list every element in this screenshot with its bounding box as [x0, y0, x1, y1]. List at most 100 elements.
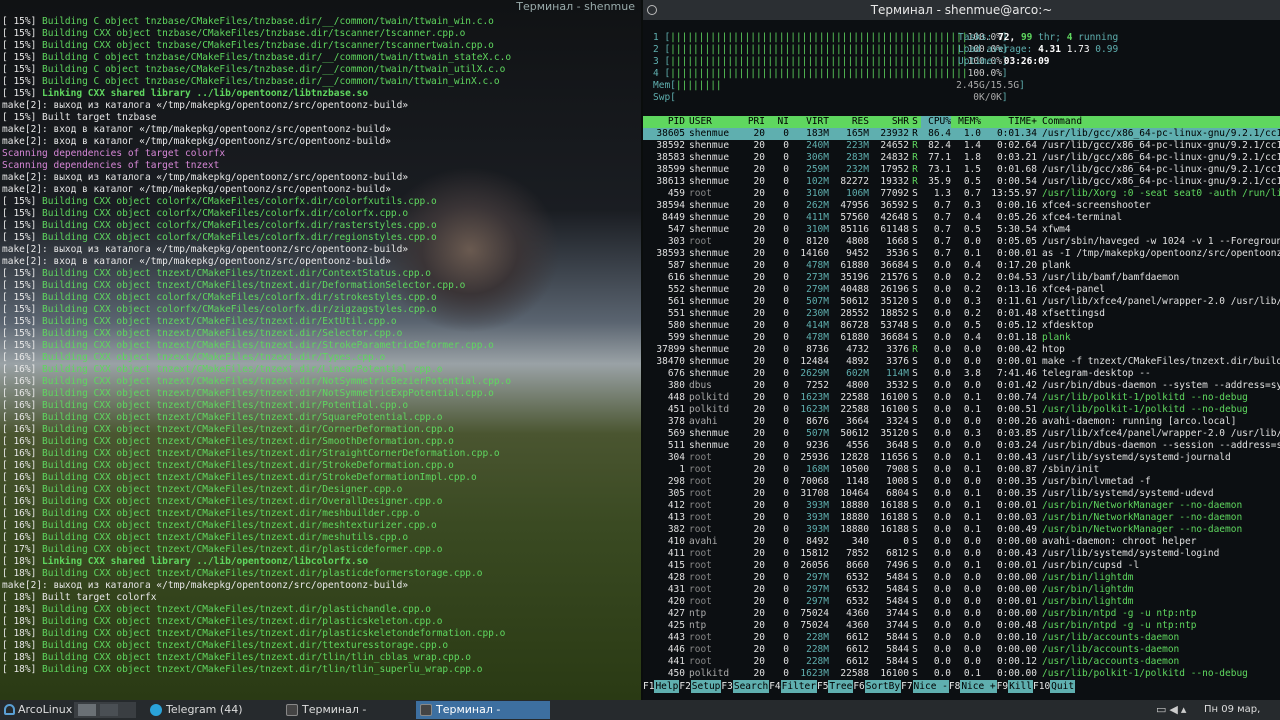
process-row[interactable]: 561 shenmue 20 0 507M 50612 35120 S 0.0 0.3 0:11.6… [643, 296, 1280, 308]
task-terminal-2[interactable]: Терминал - shenmue@... [416, 701, 550, 719]
fkey-f7[interactable]: F7Nice - [901, 680, 949, 693]
process-row[interactable]: 382 root 20 0 393M 18880 16188 S 0.0 0.1 0:00.49/u… [643, 524, 1280, 536]
column-header-ni[interactable]: NI [765, 116, 789, 128]
process-row[interactable]: 378 avahi 20 0 8676 3664 3324 S 0.0 0.0 0:00.26 ava… [643, 416, 1280, 428]
process-row[interactable]: 431 root 20 0 297M 6532 5484 S 0.0 0.0 0:00.00/usr… [643, 584, 1280, 596]
process-row[interactable]: 569 shenmue 20 0 507M 50612 35120 S 0.0 0.3 0:03.8… [643, 428, 1280, 440]
column-header-user[interactable]: USER [685, 116, 741, 128]
column-header-cpu[interactable]: CPU% [921, 116, 951, 128]
column-header-mem[interactable]: MEM% [951, 116, 981, 128]
process-row[interactable]: 450 polkitd 20 0 1623M 22588 16100 S 0.0 0.1 0:00.… [643, 668, 1280, 680]
workspace-1[interactable] [78, 704, 96, 716]
process-cmd: /usr/lib/systemd/systemd-udevd [1042, 488, 1214, 499]
column-header-res[interactable]: RES [829, 116, 869, 128]
process-pid: 411 [667, 548, 685, 559]
process-row[interactable]: 443 root 20 0 228M 6612 5844 S 0.0 0.0 0:00.10/usr… [643, 632, 1280, 644]
fkey-f2[interactable]: F2Setup [679, 680, 722, 693]
process-row[interactable]: 415 root 20 0 26056 8660 7496 S 0.0 0.1 0:00.01/us… [643, 560, 1280, 572]
tray-network-icon[interactable]: ▴ [1181, 703, 1190, 716]
process-row[interactable]: 587 shenmue 20 0 478M 61880 36684 S 0.0 0.4 0:17.2… [643, 260, 1280, 272]
process-row[interactable]: 1 root 20 0 168M 10500 7908 S 0.0 0.1 0:00.87/sbin… [643, 464, 1280, 476]
process-row[interactable]: 38592 shenmue 20 0 240M 223M 24652 R 82.4 1.4 0:02… [643, 140, 1280, 152]
process-row[interactable]: 459 root 20 0 310M 106M 77092 S 1.3 0.7 13:55.97/u… [643, 188, 1280, 200]
window-menu-icon[interactable] [647, 5, 657, 15]
column-header-cmd[interactable]: Command [1037, 116, 1280, 128]
process-row[interactable]: 427 ntp 20 0 75024 4360 3744 S 0.0 0.0 0:00.00/usr… [643, 608, 1280, 620]
app-menu-button[interactable]: ArcoLinux [2, 702, 76, 718]
process-row[interactable]: 38593 shenmue 20 0 14160 9452 3536 S 0.7 0.1 0:00.… [643, 248, 1280, 260]
terminal-window-htop[interactable]: Терминал - shenmue@arco:~ 1 [|||||||||||… [643, 0, 1280, 700]
clock[interactable]: Пн 09 мар, 23:36 [1200, 702, 1280, 718]
process-row[interactable]: 448 polkitd 20 0 1623M 22588 16100 S 0.0 0.1 0:00.… [643, 392, 1280, 404]
column-header-shr[interactable]: SHR [869, 116, 909, 128]
process-ni: 0 [783, 476, 789, 487]
terminal-window-build[interactable]: Терминал - shenmue [ 15%] Building C obj… [0, 0, 641, 700]
process-user: shenmue [689, 296, 730, 307]
process-row[interactable]: 38470 shenmue 20 0 12484 4892 3376 S 0.0 0.0 0:00.… [643, 356, 1280, 368]
fkey-f8[interactable]: F8Nice + [949, 680, 997, 693]
tray-volume-icon[interactable]: ◀ [1169, 703, 1180, 716]
process-row[interactable]: 38594 shenmue 20 0 262M 47956 36592 S 0.7 0.3 0:00… [643, 200, 1280, 212]
process-cmd: xfwm4 [1042, 224, 1071, 235]
process-row[interactable]: 551 shenmue 20 0 230M 28552 18852 S 0.0 0.2 0:01.4… [643, 308, 1280, 320]
column-header-pid[interactable]: PID [643, 116, 685, 128]
task-terminal-1[interactable]: Терминал - shenmue@... [282, 701, 416, 719]
workspace-2[interactable] [99, 704, 118, 716]
fkey-f5[interactable]: F5Tree [817, 680, 854, 693]
process-row[interactable]: 304 root 20 0 25936 12828 11656 S 0.0 0.1 0:00.43 /… [643, 452, 1280, 464]
process-row[interactable]: 298 root 20 0 70068 1148 1008 S 0.0 0.0 0:00.35/us… [643, 476, 1280, 488]
process-row[interactable]: 676 shenmue 20 0 2629M 602M 114M S 0.0 3.8 7:41.46… [643, 368, 1280, 380]
tray-icons[interactable]: ▭◀▴ [1152, 702, 1200, 718]
process-row[interactable]: 420 root 20 0 297M 6532 5484 S 0.0 0.0 0:00.01/usr… [643, 596, 1280, 608]
task-telegram[interactable]: Telegram (44) [146, 701, 286, 719]
function-key-bar[interactable]: F1HelpF2SetupF3SearchF4FilterF5TreeF6Sor… [643, 680, 1280, 693]
process-row[interactable]: 547 shenmue 20 0 310M 85116 61148 S 0.7 0.5 5:30.5… [643, 224, 1280, 236]
process-list[interactable]: 38605 shenmue 20 0 183M 165M 23932 R 86.4 1.0 0:01… [643, 128, 1280, 680]
process-row[interactable]: 580 shenmue 20 0 414M 86728 53748 S 0.0 0.5 0:05.1… [643, 320, 1280, 332]
process-row[interactable]: 413 root 20 0 393M 18880 16188 S 0.0 0.1 0:00.03/u… [643, 512, 1280, 524]
process-row[interactable]: 380 dbus 20 0 7252 4800 3532 S 0.0 0.0 0:01.42/usr… [643, 380, 1280, 392]
column-header-virt[interactable]: VIRT [789, 116, 829, 128]
process-cmd: /usr/lib/xfce4/panel/wrapper-2.0 /usr/li… [1042, 428, 1280, 439]
process-row[interactable]: 425 ntp 20 0 75024 4360 3744 S 0.0 0.0 0:00.48/usr… [643, 620, 1280, 632]
process-table-header[interactable]: PID USER PRI NI VIRT RES SHR S CPU% MEM% TIME+ Comm… [643, 116, 1280, 128]
process-ni: 0 [783, 452, 789, 463]
process-mem: 0.0 [963, 476, 981, 487]
process-row[interactable]: 38599 shenmue 20 0 259M 232M 17952 R 73.1 1.5 0:01… [643, 164, 1280, 176]
process-row[interactable]: 451 polkitd 20 0 1623M 22588 16100 S 0.0 0.1 0:00.… [643, 404, 1280, 416]
process-row[interactable]: 552 shenmue 20 0 279M 40488 26196 S 0.0 0.2 0:13.1… [643, 284, 1280, 296]
process-s: S [912, 632, 918, 643]
column-header-s[interactable]: S [909, 116, 921, 128]
tray-screen-icon[interactable]: ▭ [1156, 703, 1169, 716]
process-row[interactable]: 305 root 20 0 31708 10464 6804 S 0.0 0.1 0:00.35/u… [643, 488, 1280, 500]
process-row[interactable]: 446 root 20 0 228M 6612 5844 S 0.0 0.0 0:00.00/usr… [643, 644, 1280, 656]
column-header-time[interactable]: TIME+ [981, 116, 1037, 128]
fkey-f6[interactable]: F6SortBy [853, 680, 902, 693]
process-row[interactable]: 38613 shenmue 20 0 102M 82272 19332 R 35.9 0.5 0:0… [643, 176, 1280, 188]
process-row[interactable]: 410 avahi 20 0 8492 340 0 S 0.0 0.0 0:00.00 avahi-d… [643, 536, 1280, 548]
fkey-f4[interactable]: F4Filter [769, 680, 817, 693]
process-row[interactable]: 303 root 20 0 8120 4808 1668 S 0.7 0.0 0:05.05/usr… [643, 236, 1280, 248]
process-pri: 20 [753, 392, 765, 403]
process-row[interactable]: 38605 shenmue 20 0 183M 165M 23932 R 86.4 1.0 0:01… [643, 128, 1280, 140]
process-row[interactable]: 511 shenmue 20 0 9236 4556 3648 S 0.0 0.0 0:03.24 /… [643, 440, 1280, 452]
fkey-number: F7 [901, 681, 913, 692]
process-row[interactable]: 412 root 20 0 393M 18880 16188 S 0.0 0.1 0:00.01/u… [643, 500, 1280, 512]
process-row[interactable]: 8449 shenmue 20 0 411M 57560 42648 S 0.7 0.4 0:05.… [643, 212, 1280, 224]
column-header-pri[interactable]: PRI [741, 116, 765, 128]
process-row[interactable]: 411 root 20 0 15812 7852 6812 S 0.0 0.0 0:00.43/us… [643, 548, 1280, 560]
fkey-f3[interactable]: F3Search [721, 680, 770, 693]
fkey-f9[interactable]: F9Kill [997, 680, 1033, 693]
task-label: Терминал - shenmue@... [436, 703, 501, 716]
output-text: Building CXX object tnzext/CMakeFiles/tn… [42, 508, 420, 519]
fkey-f10[interactable]: F10Quit [1033, 680, 1076, 693]
process-row[interactable]: 37899 shenmue 20 0 8736 4732 3376 R 0.0 0.0 0:00.4… [643, 344, 1280, 356]
fkey-f1[interactable]: F1Help [643, 680, 680, 693]
process-row[interactable]: 38583 shenmue 20 0 306M 283M 24832 R 77.1 1.8 0:03… [643, 152, 1280, 164]
process-row[interactable]: 599 shenmue 20 0 478M 61880 36684 S 0.0 0.4 0:01.1… [643, 332, 1280, 344]
workspace-switcher[interactable] [74, 702, 136, 718]
process-row[interactable]: 441 root 20 0 228M 6612 5844 S 0.0 0.0 0:00.12/usr… [643, 656, 1280, 668]
process-row[interactable]: 616 shenmue 20 0 273M 35196 21576 S 0.0 0.2 0:04.5… [643, 272, 1280, 284]
process-row[interactable]: 428 root 20 0 297M 6532 5484 S 0.0 0.0 0:00.00/usr… [643, 572, 1280, 584]
window-titlebar[interactable]: Терминал - shenmue@arco:~ [643, 0, 1280, 20]
